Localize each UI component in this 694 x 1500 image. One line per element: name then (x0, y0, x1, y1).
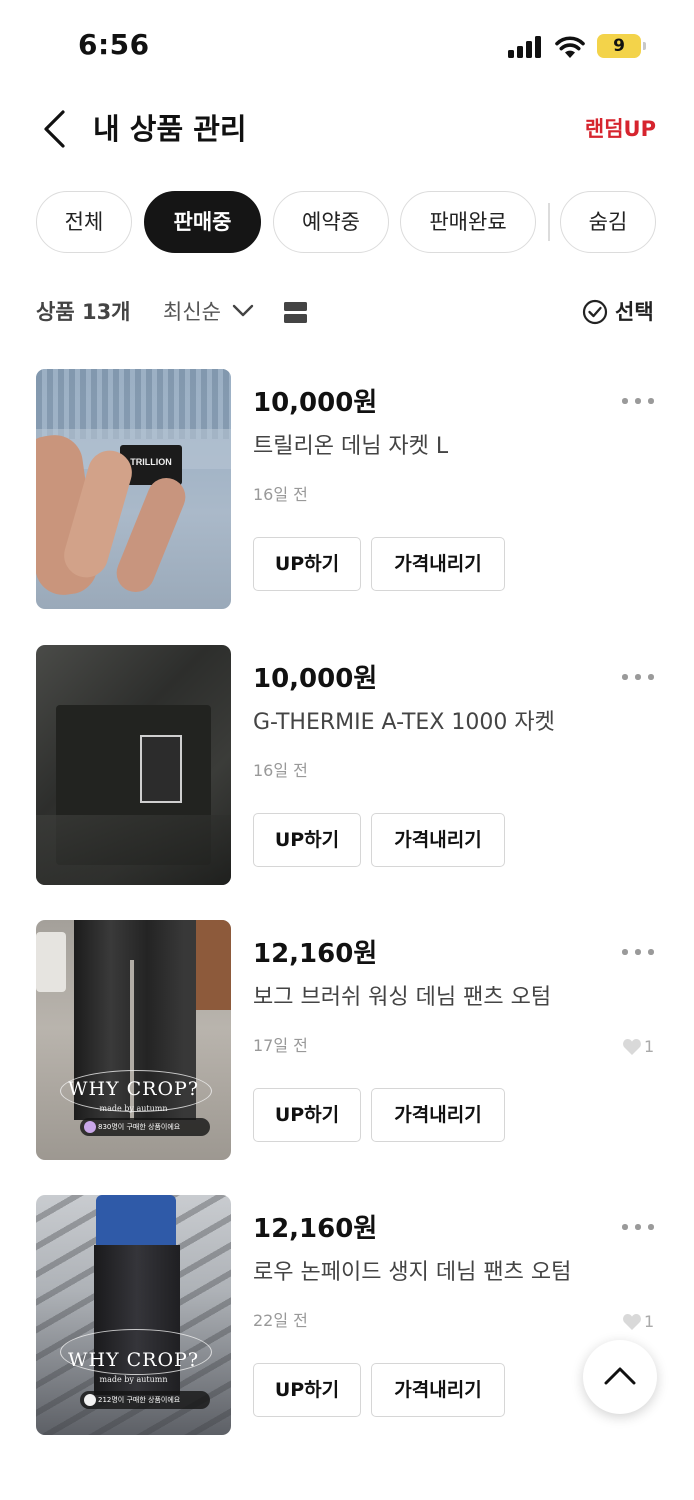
random-up-button[interactable]: 랜덤UP (585, 112, 656, 146)
price-down-button[interactable]: 가격내리기 (371, 537, 505, 591)
thumb-badge: 830명이 구매한 상품이에요 (98, 1123, 181, 1131)
product-name[interactable]: 로우 논페이드 생지 데님 팬츠 오텀 (253, 1257, 571, 1289)
filter-chip-all[interactable]: 전체 (36, 191, 132, 253)
battery-icon: 9 (597, 34, 641, 58)
heart-icon (623, 1039, 641, 1055)
product-item[interactable]: 10,000원 G-THERMIE A-TEX 1000 자켓 16일 전 UP… (0, 645, 694, 895)
thumb-label: WHY CROP? (67, 1349, 200, 1371)
like-count: 1 (622, 1311, 656, 1333)
battery-cap (643, 42, 646, 50)
product-item[interactable]: WHY CROP? made by autumn 212명이 구매한 상품이에요… (0, 1195, 694, 1445)
filter-chip-reserved[interactable]: 예약중 (273, 191, 389, 253)
thumb-label: WHY CROP? (67, 1078, 200, 1100)
product-thumbnail[interactable]: WHY CROP? made by autumn 212명이 구매한 상품이에요 (36, 1195, 231, 1435)
product-time: 17일 전 (253, 1036, 308, 1055)
status-bar: 6:56 9 (0, 0, 694, 90)
price-down-button[interactable]: 가격내리기 (371, 1088, 505, 1142)
chevron-down-icon[interactable] (232, 303, 254, 319)
wifi-icon (555, 36, 585, 58)
thumb-sub: made by autumn (99, 1104, 168, 1113)
status-time: 6:56 (78, 28, 150, 61)
more-options-icon[interactable] (622, 1217, 656, 1237)
price-down-button[interactable]: 가격내리기 (371, 1363, 505, 1417)
filter-chip-sold[interactable]: 판매완료 (400, 191, 536, 253)
product-price: 12,160원 (253, 1214, 378, 1244)
product-thumbnail[interactable] (36, 645, 231, 885)
thumb-sub: made by autumn (99, 1375, 168, 1384)
product-name[interactable]: 트릴리온 데님 자켓 L (253, 431, 448, 463)
more-options-icon[interactable] (622, 667, 656, 687)
list-view-icon[interactable] (284, 302, 307, 323)
more-options-icon[interactable] (622, 391, 656, 411)
scroll-top-button[interactable] (583, 1340, 657, 1414)
check-circle-icon (582, 299, 608, 325)
signal-icon (508, 36, 542, 58)
product-time: 16일 전 (253, 485, 308, 504)
price-down-button[interactable]: 가격내리기 (371, 813, 505, 867)
more-options-icon[interactable] (622, 942, 656, 962)
sort-dropdown[interactable]: 최신순 (163, 296, 221, 328)
product-price: 12,160원 (253, 939, 378, 969)
product-thumbnail[interactable]: TRILLION (36, 369, 231, 609)
filter-chips: 전체 판매중 예약중 판매완료 숨김 (36, 191, 676, 253)
up-button[interactable]: UP하기 (253, 537, 361, 591)
thumb-badge: 212명이 구매한 상품이에요 (98, 1396, 181, 1404)
up-button[interactable]: UP하기 (253, 813, 361, 867)
up-button[interactable]: UP하기 (253, 1088, 361, 1142)
back-arrow-icon[interactable] (40, 108, 70, 150)
up-button[interactable]: UP하기 (253, 1363, 361, 1417)
product-name[interactable]: G-THERMIE A-TEX 1000 자켓 (253, 707, 555, 739)
heart-icon (623, 1314, 641, 1330)
product-thumbnail[interactable]: WHY CROP? made by autumn 830명이 구매한 상품이에요 (36, 920, 231, 1160)
product-price: 10,000원 (253, 388, 378, 418)
like-count-value: 1 (644, 1037, 655, 1056)
product-price: 10,000원 (253, 664, 378, 694)
like-count-value: 1 (644, 1312, 655, 1331)
product-item[interactable]: WHY CROP? made by autumn 830명이 구매한 상품이에요… (0, 920, 694, 1170)
like-count: 1 (622, 1036, 656, 1058)
product-item[interactable]: TRILLION 10,000원 트릴리온 데님 자켓 L 16일 전 UP하기… (0, 369, 694, 619)
page-title: 내 상품 관리 (93, 112, 247, 146)
chip-divider (548, 203, 550, 241)
product-time: 22일 전 (253, 1311, 308, 1330)
filter-chip-on-sale[interactable]: 판매중 (144, 191, 261, 253)
product-name[interactable]: 보그 브러쉬 워싱 데님 팬츠 오텀 (253, 982, 551, 1014)
product-time: 16일 전 (253, 761, 308, 780)
filter-chip-hidden[interactable]: 숨김 (560, 191, 656, 253)
select-label: 선택 (615, 300, 654, 324)
chevron-up-icon (604, 1367, 636, 1385)
product-count: 상품 13개 (36, 300, 131, 324)
